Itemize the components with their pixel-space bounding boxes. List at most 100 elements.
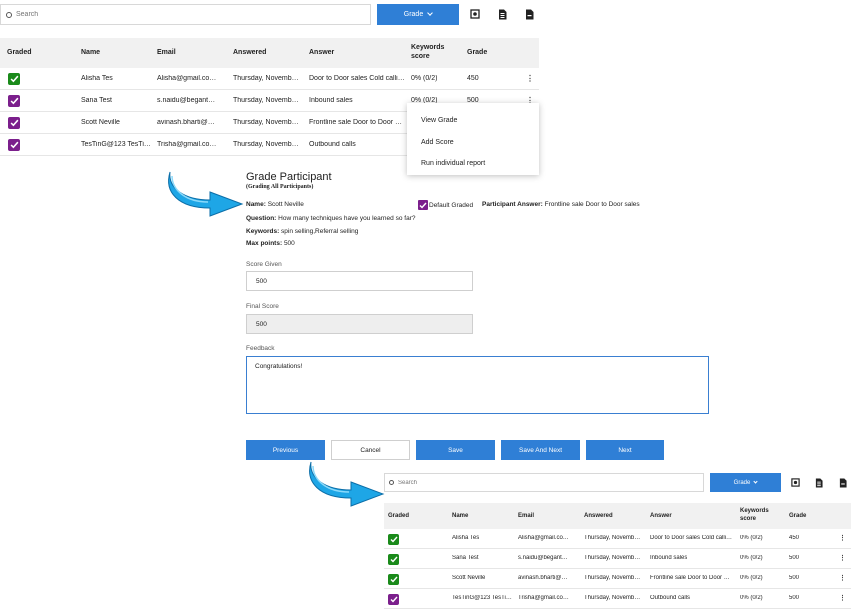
- question-value: How many techniques have you learned so …: [278, 215, 416, 222]
- bottom-search-input[interactable]: [398, 479, 698, 486]
- max-points-line: Max points: 500: [246, 240, 295, 247]
- participant-answer: Participant Answer: Frontline sale Door …: [482, 201, 640, 208]
- col-answer: Answer: [309, 49, 335, 56]
- row-answered: Thursday, Novemb…: [584, 535, 641, 541]
- more-options-icon[interactable]: ⋮: [839, 554, 846, 562]
- table-row[interactable]: Alisha Tes Alisha@gmail.co… Thursday, Nove…: [384, 529, 851, 549]
- keywords-value: spin selling,Referral selling: [281, 228, 359, 235]
- col-email: Email: [157, 49, 176, 56]
- table-header: Graded Name Email Answered Answer Keywor…: [384, 503, 851, 529]
- row-grade: 500: [789, 575, 800, 581]
- table-row[interactable]: Alisha Tes Alisha@gmail.co… Thursday, Nove…: [0, 68, 539, 90]
- feedback-textarea[interactable]: Congratulations!: [246, 356, 709, 414]
- row-answer: Door to Door sales Cold calli…: [309, 75, 405, 82]
- row-keywords-score: 0% (0/2): [740, 535, 763, 541]
- col-answered: Answered: [584, 513, 613, 519]
- col-name: Name: [81, 49, 101, 56]
- save-button[interactable]: Save: [416, 440, 495, 460]
- score-given-label: Score Given: [246, 261, 282, 268]
- row-name: Alisha Tes: [81, 75, 113, 82]
- keywords-label: Keywords:: [246, 228, 280, 235]
- row-name: Sana Test: [452, 555, 479, 561]
- grade-button-label: Grade: [733, 479, 751, 486]
- table-row[interactable]: Sana Test s.naidu@begant… Thursday, Novemb…: [384, 549, 851, 569]
- row-name: TesTinG@123 TesTi…: [452, 595, 512, 601]
- feedback-label: Feedback: [246, 345, 275, 352]
- row-email: Alisha@gmail.co…: [518, 535, 569, 541]
- graded-checkbox[interactable]: [8, 139, 20, 151]
- name-value: Scott Neville: [267, 201, 304, 208]
- graded-checkbox[interactable]: [388, 573, 399, 585]
- row-name: Scott Neville: [452, 575, 486, 581]
- row-email: avinash.bharti@…: [157, 119, 215, 126]
- default-graded-label: Default Graded: [429, 201, 474, 209]
- row-name: Alisha Tes: [452, 535, 480, 541]
- more-options-icon[interactable]: ⋮: [526, 74, 534, 83]
- document-icon[interactable]: [814, 478, 823, 488]
- graded-checkbox[interactable]: [388, 593, 399, 605]
- row-answer: Frontline sale Door to Door …: [650, 575, 730, 581]
- col-keywords-score: Keywords score: [740, 508, 769, 523]
- next-button[interactable]: Next: [586, 440, 664, 460]
- graded-checkbox[interactable]: [388, 553, 399, 565]
- bottom-search-box[interactable]: [384, 473, 704, 492]
- search-icon: [6, 11, 12, 18]
- col-grade: Grade: [789, 513, 807, 519]
- save-and-next-button[interactable]: Save And Next: [501, 440, 580, 460]
- graded-checkbox[interactable]: [8, 95, 20, 107]
- more-options-icon[interactable]: ⋮: [839, 534, 846, 542]
- final-score-label: Final Score: [246, 303, 279, 310]
- top-grade-dropdown-button[interactable]: Grade: [377, 4, 459, 25]
- participant-name: Name: Scott Neville: [246, 201, 304, 208]
- graded-checkbox[interactable]: [8, 73, 20, 85]
- table-row[interactable]: Scott Neville avinash.bharti@… Thursday, N…: [384, 569, 851, 589]
- graded-checkbox[interactable]: [388, 533, 399, 545]
- row-email: s.naidu@begant…: [518, 555, 568, 561]
- col-email: Email: [518, 513, 535, 519]
- document-icon[interactable]: [497, 9, 507, 20]
- score-given-input[interactable]: 500: [246, 271, 473, 291]
- search-icon: [389, 480, 394, 485]
- row-answer: Outbound calls: [650, 595, 691, 601]
- table-row[interactable]: TesTinG@123 TesTi… Trisha@gmail.co… Thursd…: [384, 589, 851, 609]
- name-label: Name:: [246, 201, 266, 208]
- row-actions-menu: View Grade Add Score Run individual repo…: [407, 103, 539, 175]
- file-icon[interactable]: [524, 9, 534, 20]
- row-name: TesTinG@123 TesTi…: [81, 141, 151, 148]
- settings-icon[interactable]: [791, 478, 800, 487]
- col-graded: Graded: [388, 513, 410, 519]
- row-keywords-score: 0% (0/2): [740, 575, 763, 581]
- row-answer: Inbound sales: [309, 97, 353, 104]
- row-keywords-score: 0% (0/2): [740, 595, 763, 601]
- keywords-line: Keywords: spin selling,Referral selling: [246, 228, 358, 235]
- row-keywords-score: 0% (0/2): [411, 75, 438, 82]
- file-icon[interactable]: [838, 478, 847, 488]
- menu-run-individual-report[interactable]: Run individual report: [421, 160, 485, 167]
- dialog-title: Grade Participant: [246, 171, 332, 183]
- col-name: Name: [452, 513, 469, 519]
- menu-view-grade[interactable]: View Grade: [421, 117, 457, 124]
- table-header: Graded Name Email Answered Answer Keywor…: [0, 38, 539, 68]
- settings-icon[interactable]: [470, 9, 480, 19]
- row-grade: 450: [467, 75, 479, 82]
- default-graded-checkbox[interactable]: [418, 200, 428, 210]
- default-graded-toggle[interactable]: Default Graded: [418, 200, 473, 210]
- row-answered: Thursday, Novemb…: [584, 555, 641, 561]
- row-email: avinash.bharti@…: [518, 575, 568, 581]
- question-label: Question:: [246, 215, 277, 222]
- more-options-icon[interactable]: ⋮: [839, 574, 846, 582]
- arrow-icon: [168, 171, 244, 217]
- row-answered: Thursday, Novemb…: [233, 119, 299, 126]
- arrow-icon: [309, 461, 385, 507]
- top-search-box[interactable]: [0, 4, 371, 25]
- graded-checkbox[interactable]: [8, 117, 20, 129]
- bottom-grade-dropdown-button[interactable]: Grade: [710, 473, 781, 492]
- top-search-input[interactable]: [16, 11, 356, 18]
- menu-add-score[interactable]: Add Score: [421, 139, 454, 146]
- more-options-icon[interactable]: ⋮: [839, 594, 846, 602]
- col-keywords-score: Keywords score: [411, 44, 445, 61]
- col-graded: Graded: [7, 49, 32, 56]
- row-email: Trisha@gmail.co…: [518, 595, 569, 601]
- participant-answer-label: Participant Answer:: [482, 201, 543, 208]
- row-grade: 500: [789, 555, 800, 561]
